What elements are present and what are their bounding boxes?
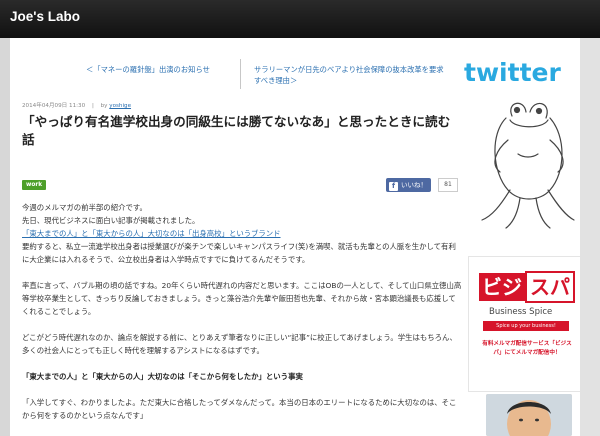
twitter-logo[interactable]: twitter <box>464 58 561 87</box>
related-divider <box>240 59 241 89</box>
bizspa-logo-red: ビジ <box>479 273 525 301</box>
by-label: by <box>100 103 108 109</box>
scroll-gutter <box>580 38 600 436</box>
post-title[interactable]: 「やっぱり有名進学校出身の同級生には勝てないなあ」と思ったときに読む話 <box>22 113 462 149</box>
body-paragraph: どこがどう時代遅れなのか、論点を解説する前に、とりあえず筆者なりに正しい“記事”… <box>22 333 457 355</box>
post-body: 今週のメルマガの前半部の紹介です。 先日、現代ビジネスに面白い記事が掲載されまし… <box>22 201 462 422</box>
bizspa-logo: ビジ スパ <box>479 271 575 303</box>
post-meta: 2014年04月09日 11:30 | by yoshige <box>22 101 131 109</box>
article-link[interactable]: 「東大までの人」と「東大からの人」大切なのは「出身高校」というブランド <box>22 229 281 238</box>
body-paragraph: 先日、現代ビジネスに面白い記事が掲載されました。 <box>22 216 200 225</box>
bizspa-subtitle: Business Spice <box>489 307 553 317</box>
content-area: ＜「マネーの羅針盤」出演のお知らせ サラリーマンが日先のベアより社会保障の抜本改… <box>10 38 600 436</box>
bizspa-tagline: Spice up your business! <box>483 321 569 331</box>
site-title[interactable]: Joe's Labo <box>10 9 80 24</box>
sidebar: twitter ビジ スパ Business Spice Spice up yo… <box>458 38 588 436</box>
facebook-f-icon: f <box>389 182 398 191</box>
post-date: 2014年04月09日 11:30 <box>22 103 86 109</box>
related-links: ＜「マネーの羅針盤」出演のお知らせ サラリーマンが日先のベアより社会保障の抜本改… <box>18 56 466 94</box>
body-heading: 「東大までの人」と「東大からの人」大切なのは「そこから何をしたか」という事実 <box>22 372 303 381</box>
body-paragraph: 要約すると、私立一流進学校出身者は授業選びが楽チンで楽しいキャンパスライフ(笑)… <box>22 242 456 264</box>
body-paragraph: 率直に言って、バブル期の頃の話ですね。20年くらい時代遅れの内容だと思います。こ… <box>22 281 462 316</box>
next-post-link[interactable]: サラリーマンが日先のベアより社会保障の抜本改革を要求すべき理由＞ <box>254 64 444 86</box>
facebook-like-count: 81 <box>438 178 458 192</box>
bizspa-logo-white: スパ <box>525 271 575 303</box>
body-paragraph: 今週のメルマガの前半部の紹介です。 <box>22 203 147 212</box>
prev-post-link[interactable]: ＜「マネーの羅針盤」出演のお知らせ <box>86 64 256 75</box>
site-header: Joe's Labo <box>0 0 600 38</box>
author-photo <box>486 394 572 436</box>
body-paragraph: 「入学してすぐ、わかりましたよ。ただ東大に合格したってダメなんだって。本当の日本… <box>22 398 457 420</box>
category-tag[interactable]: work <box>22 180 47 190</box>
bizspa-note: 有料メルマガ配信サービス「ビジスパ」にてメルマガ配信中！ <box>482 341 572 356</box>
bizspa-banner[interactable]: ビジ スパ Business Spice Spice up your busine… <box>468 256 584 392</box>
fb-like-label: いいね！ <box>401 181 427 189</box>
meta-divider: | <box>91 103 94 109</box>
frog-illustration-icon <box>481 102 575 229</box>
author-link[interactable]: yoshige <box>109 103 131 109</box>
facebook-like-button[interactable]: f いいね！ <box>386 178 431 192</box>
author-photo-image <box>486 394 572 436</box>
